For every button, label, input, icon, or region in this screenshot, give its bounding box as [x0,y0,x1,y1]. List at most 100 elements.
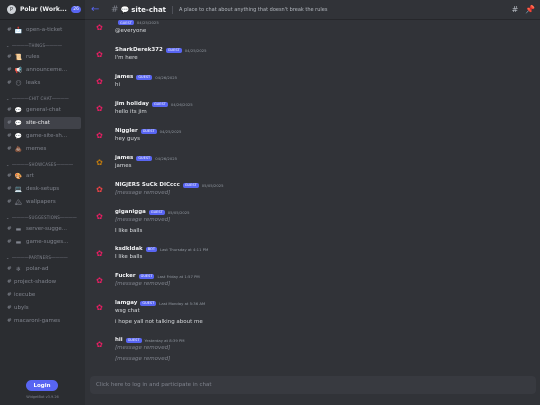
hash-icon: # [7,279,12,285]
sidebar-item-open-a-ticket[interactable]: # 📩 open-a-ticket [4,24,81,36]
username[interactable]: NIGjERS SuCk DICccc [115,182,180,188]
message-list[interactable]: ✿ GUEST 04/25/2025 @everyone ✿ SharkDerek372 G… [85,20,540,372]
sidebar-item-server-sugge[interactable]: # ▬ server-sugge... [4,223,81,235]
back-arrow-icon[interactable]: ← [91,4,105,15]
avatar-icon[interactable]: ✿ [93,247,106,260]
sidebar-item-game-sugges[interactable]: # ▬ game-sugges... [4,236,81,248]
sidebar-item-label: announceme... [26,67,68,73]
category-label: ――――THINGS―――― [12,42,63,48]
channel-emoji-icon: 💬 [14,106,23,114]
message-header: GUEST 04/25/2025 [115,20,159,25]
user-tag-badge: GUEST [182,182,199,188]
channel-topic: A place to chat about anything that does… [179,6,328,13]
category-header[interactable]: ⌄ ――――SHOWCASES―――― [6,160,82,168]
category-header[interactable]: ⌄ ――――PARTNERS―――― [6,253,82,261]
channel-hash-icon: # [111,4,119,15]
hash-icon: # [7,239,12,245]
category-label: ――――SUGGESTIONS―――― [12,214,77,220]
widget-version: WidgetBot v3.9.26 [26,395,59,399]
sidebar-item-label: game-site-sh... [26,133,68,139]
avatar-icon[interactable]: ✿ [93,21,106,34]
username[interactable]: Fucker [115,273,136,279]
pin-icon[interactable]: 📌 [525,5,535,14]
sidebar-item-site-chat[interactable]: # 💬 site-chat [4,117,81,129]
avatar-icon[interactable]: ✿ [93,129,106,142]
message-text: wsg chat [115,308,140,314]
sidebar-item-memes[interactable]: # 💩 memes [4,143,81,155]
avatar-icon[interactable]: ✿ [93,183,106,196]
user-tag-badge: GUEST [151,101,168,107]
username[interactable]: Niggler [115,128,138,134]
sidebar-item-label: art [26,173,34,179]
message-header: Niggler GUEST 04/25/2025 [115,128,181,134]
message-text: [message removed] [115,281,171,287]
username[interactable]: lamgay [115,300,137,306]
timestamp: 04/25/2025 [159,128,182,134]
avatar-icon[interactable]: ✿ [93,301,106,314]
username[interactable]: hii [115,337,123,343]
message-header: NIGjERS SuCk DICccc GUEST 05/05/2025 [115,182,224,188]
chevron-down-icon: ⌄ [6,214,10,220]
message-header: ksdkldak BOT Last Thursday at 4:11 PM [115,246,208,252]
message-header: Fucker GUEST Last Friday at 1:57 PM [115,273,200,279]
channel-emoji-icon: 📩 [14,26,23,34]
sidebar-item-project-shadow[interactable]: # project-shadow [4,276,81,288]
username[interactable]: SharkDerek372 [115,47,163,53]
channel-emoji-icon: 💩 [14,145,23,153]
avatar-icon[interactable]: ✿ [93,210,106,223]
message-header: giganigga GUEST 05/05/2025 [115,209,190,215]
composer-placeholder: Click here to log in and participate in … [96,382,212,388]
chevron-down-icon: ⌄ [6,42,10,48]
user-tag-badge: GUEST [140,300,157,306]
sidebar-item-label: icecube [14,292,36,298]
sidebar-item-polar-ad[interactable]: # ❄ polar-ad [4,263,81,275]
category-header[interactable]: ⌄ ――――THINGS―――― [6,41,82,49]
avatar-icon[interactable]: ✿ [93,48,106,61]
avatar-icon[interactable]: ✿ [93,274,106,287]
hash-icon: # [7,80,12,86]
avatar-icon[interactable]: ✿ [93,156,106,169]
timestamp: Last Friday at 1:57 PM [157,273,200,279]
hash-icon: # [7,305,12,311]
user-tag-badge: GUEST [138,273,155,279]
sidebar-item-announceme[interactable]: # 📢 announceme... [4,64,81,76]
category-header[interactable]: ⌄ ――――CHIT CHAT―――― [6,94,82,102]
sidebar-item-icecube[interactable]: # icecube [4,289,81,301]
username[interactable]: ksdkldak [115,246,143,252]
sidebar-item-label: desk-setups [26,186,60,192]
username[interactable]: james [115,155,133,161]
sidebar-item-desk-setups[interactable]: # 💻 desk-setups [4,183,81,195]
user-tag-badge: GUEST [148,209,165,215]
category-header[interactable]: ⌄ ――――SUGGESTIONS―――― [6,213,82,221]
channel-emoji-icon: 😶 [15,79,22,87]
username[interactable]: james [115,74,133,80]
sidebar-item-art[interactable]: # 🎨 art [4,170,81,182]
channel-emoji-icon: 📢 [14,66,23,74]
sidebar-item-label: macaroni-games [14,318,61,324]
sidebar-item-rules[interactable]: # 📜 rules [4,51,81,63]
avatar-icon[interactable]: ✿ [93,75,106,88]
timestamp: 05/05/2025 [167,209,190,215]
channel-title: site-chat [131,5,167,14]
sidebar-item-ubyls[interactable]: # ubyls [4,302,81,314]
chat-composer[interactable]: Click here to log in and participate in … [90,376,536,394]
sidebar-item-general-chat[interactable]: # 💬 general-chat [4,104,81,116]
channel-list: # 📩 open-a-ticket ⌄ ――――THINGS―――― # 📜 rules # 📢 a… [0,24,85,374]
sidebar-item-macaroni-games[interactable]: # macaroni-games [4,315,81,327]
sidebar-item-leaks[interactable]: # 😶 leaks [4,77,81,89]
threads-icon[interactable]: # [510,5,520,14]
avatar-icon[interactable]: ✿ [93,102,106,115]
avatar-icon[interactable]: ✿ [93,338,106,351]
timestamp: 04/25/2025 [184,47,207,53]
sidebar-item-label: memes [26,146,47,152]
username[interactable]: giganigga [115,209,146,215]
sidebar-item-game-site-sh[interactable]: # 💬 game-site-sh... [4,130,81,142]
user-tag-badge: GUEST [140,128,157,134]
sidebar-item-label: ubyls [14,305,29,311]
server-header[interactable]: P Polar (Work... 26 [0,0,85,20]
sidebar-item-wallpapers[interactable]: # 🏔 wallpapers [4,196,81,208]
timestamp: 04/26/2025 [170,101,193,107]
username[interactable]: jim holiday [115,101,149,107]
channel-sidebar: P Polar (Work... 26 # 📩 open-a-ticket ⌄ ――――… [0,0,85,405]
login-button[interactable]: Login [26,380,58,391]
